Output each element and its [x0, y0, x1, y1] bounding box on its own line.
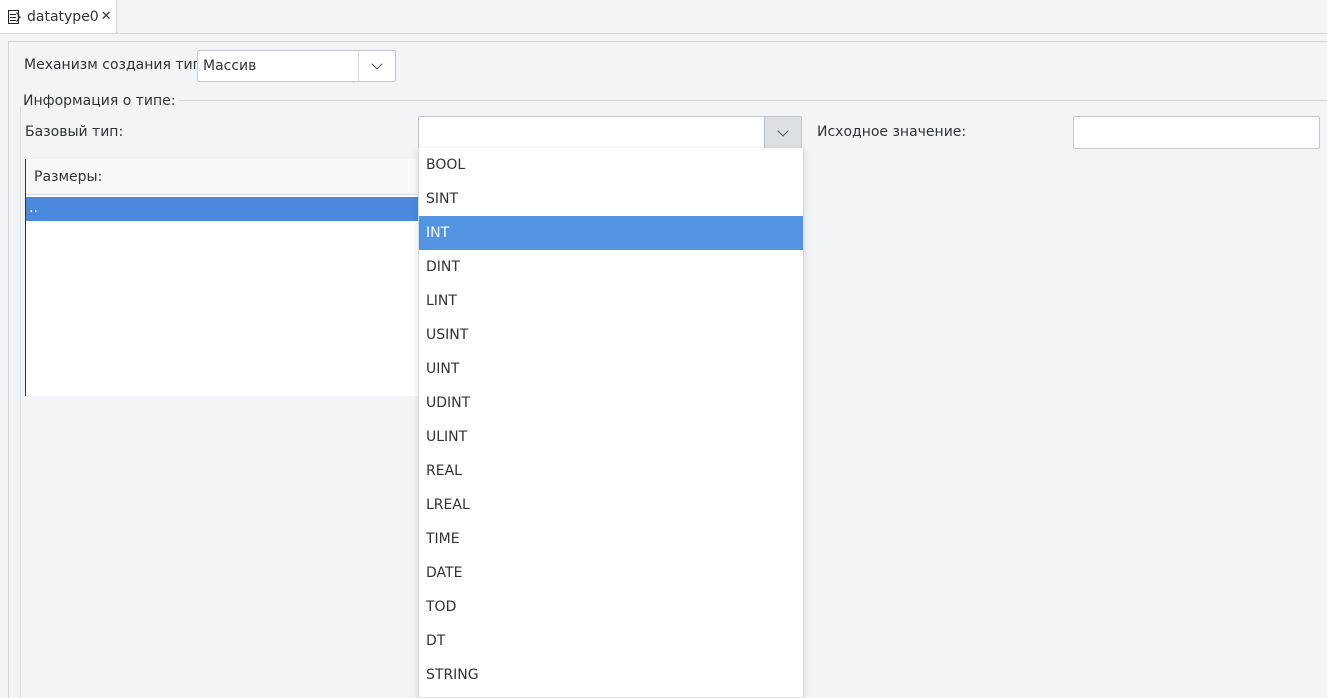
mechanism-combo[interactable]: Массив	[197, 50, 396, 82]
list-item[interactable]: ULINT	[419, 420, 803, 454]
datatype-file-icon: }	[8, 9, 22, 24]
base-type-label: Базовый тип:	[25, 124, 124, 140]
list-item[interactable]: USINT	[419, 318, 803, 352]
base-type-combo[interactable]	[418, 116, 802, 149]
mechanism-value: Массив	[203, 58, 257, 74]
mechanism-label: Механизм создания типа:	[24, 57, 216, 73]
initial-value-label: Исходное значение:	[817, 124, 967, 140]
base-type-dropdown-button[interactable]	[764, 117, 801, 148]
editor-tab-bar: } datatype0 ✕	[0, 0, 1327, 34]
list-item[interactable]: LREAL	[419, 488, 803, 522]
list-item[interactable]: STRING	[419, 658, 803, 692]
list-item[interactable]: TOD	[419, 590, 803, 624]
list-item[interactable]: DATE	[419, 556, 803, 590]
list-item[interactable]: TIME	[419, 522, 803, 556]
table-row[interactable]: ..	[26, 197, 426, 221]
list-item[interactable]: DINT	[419, 250, 803, 284]
type-info-label: Информация о типе:	[23, 93, 176, 109]
list-item[interactable]: BOOL	[419, 148, 803, 182]
base-type-dropdown-list: BOOL SINT INT DINT LINT USINT UINT UDINT…	[418, 148, 804, 697]
mechanism-dropdown-button[interactable]	[358, 51, 395, 81]
initial-value-input[interactable]	[1073, 116, 1320, 149]
close-icon[interactable]: ✕	[101, 9, 112, 24]
chevron-down-icon	[777, 124, 789, 137]
list-item[interactable]: REAL	[419, 454, 803, 488]
group-border-left	[20, 106, 21, 698]
sizes-table: Размеры: ..	[25, 159, 426, 396]
tab-datatype0[interactable]: } datatype0 ✕	[0, 0, 117, 33]
list-item[interactable]: UDINT	[419, 386, 803, 420]
sizes-header: Размеры:	[26, 159, 426, 195]
chevron-down-icon	[371, 58, 383, 70]
list-item[interactable]: UINT	[419, 352, 803, 386]
list-item[interactable]: LINT	[419, 284, 803, 318]
list-item[interactable]: DT	[419, 624, 803, 658]
group-border-top	[179, 100, 1327, 101]
list-item[interactable]: SINT	[419, 182, 803, 216]
list-item-selected[interactable]: INT	[419, 216, 803, 250]
tab-title: datatype0	[27, 8, 99, 25]
